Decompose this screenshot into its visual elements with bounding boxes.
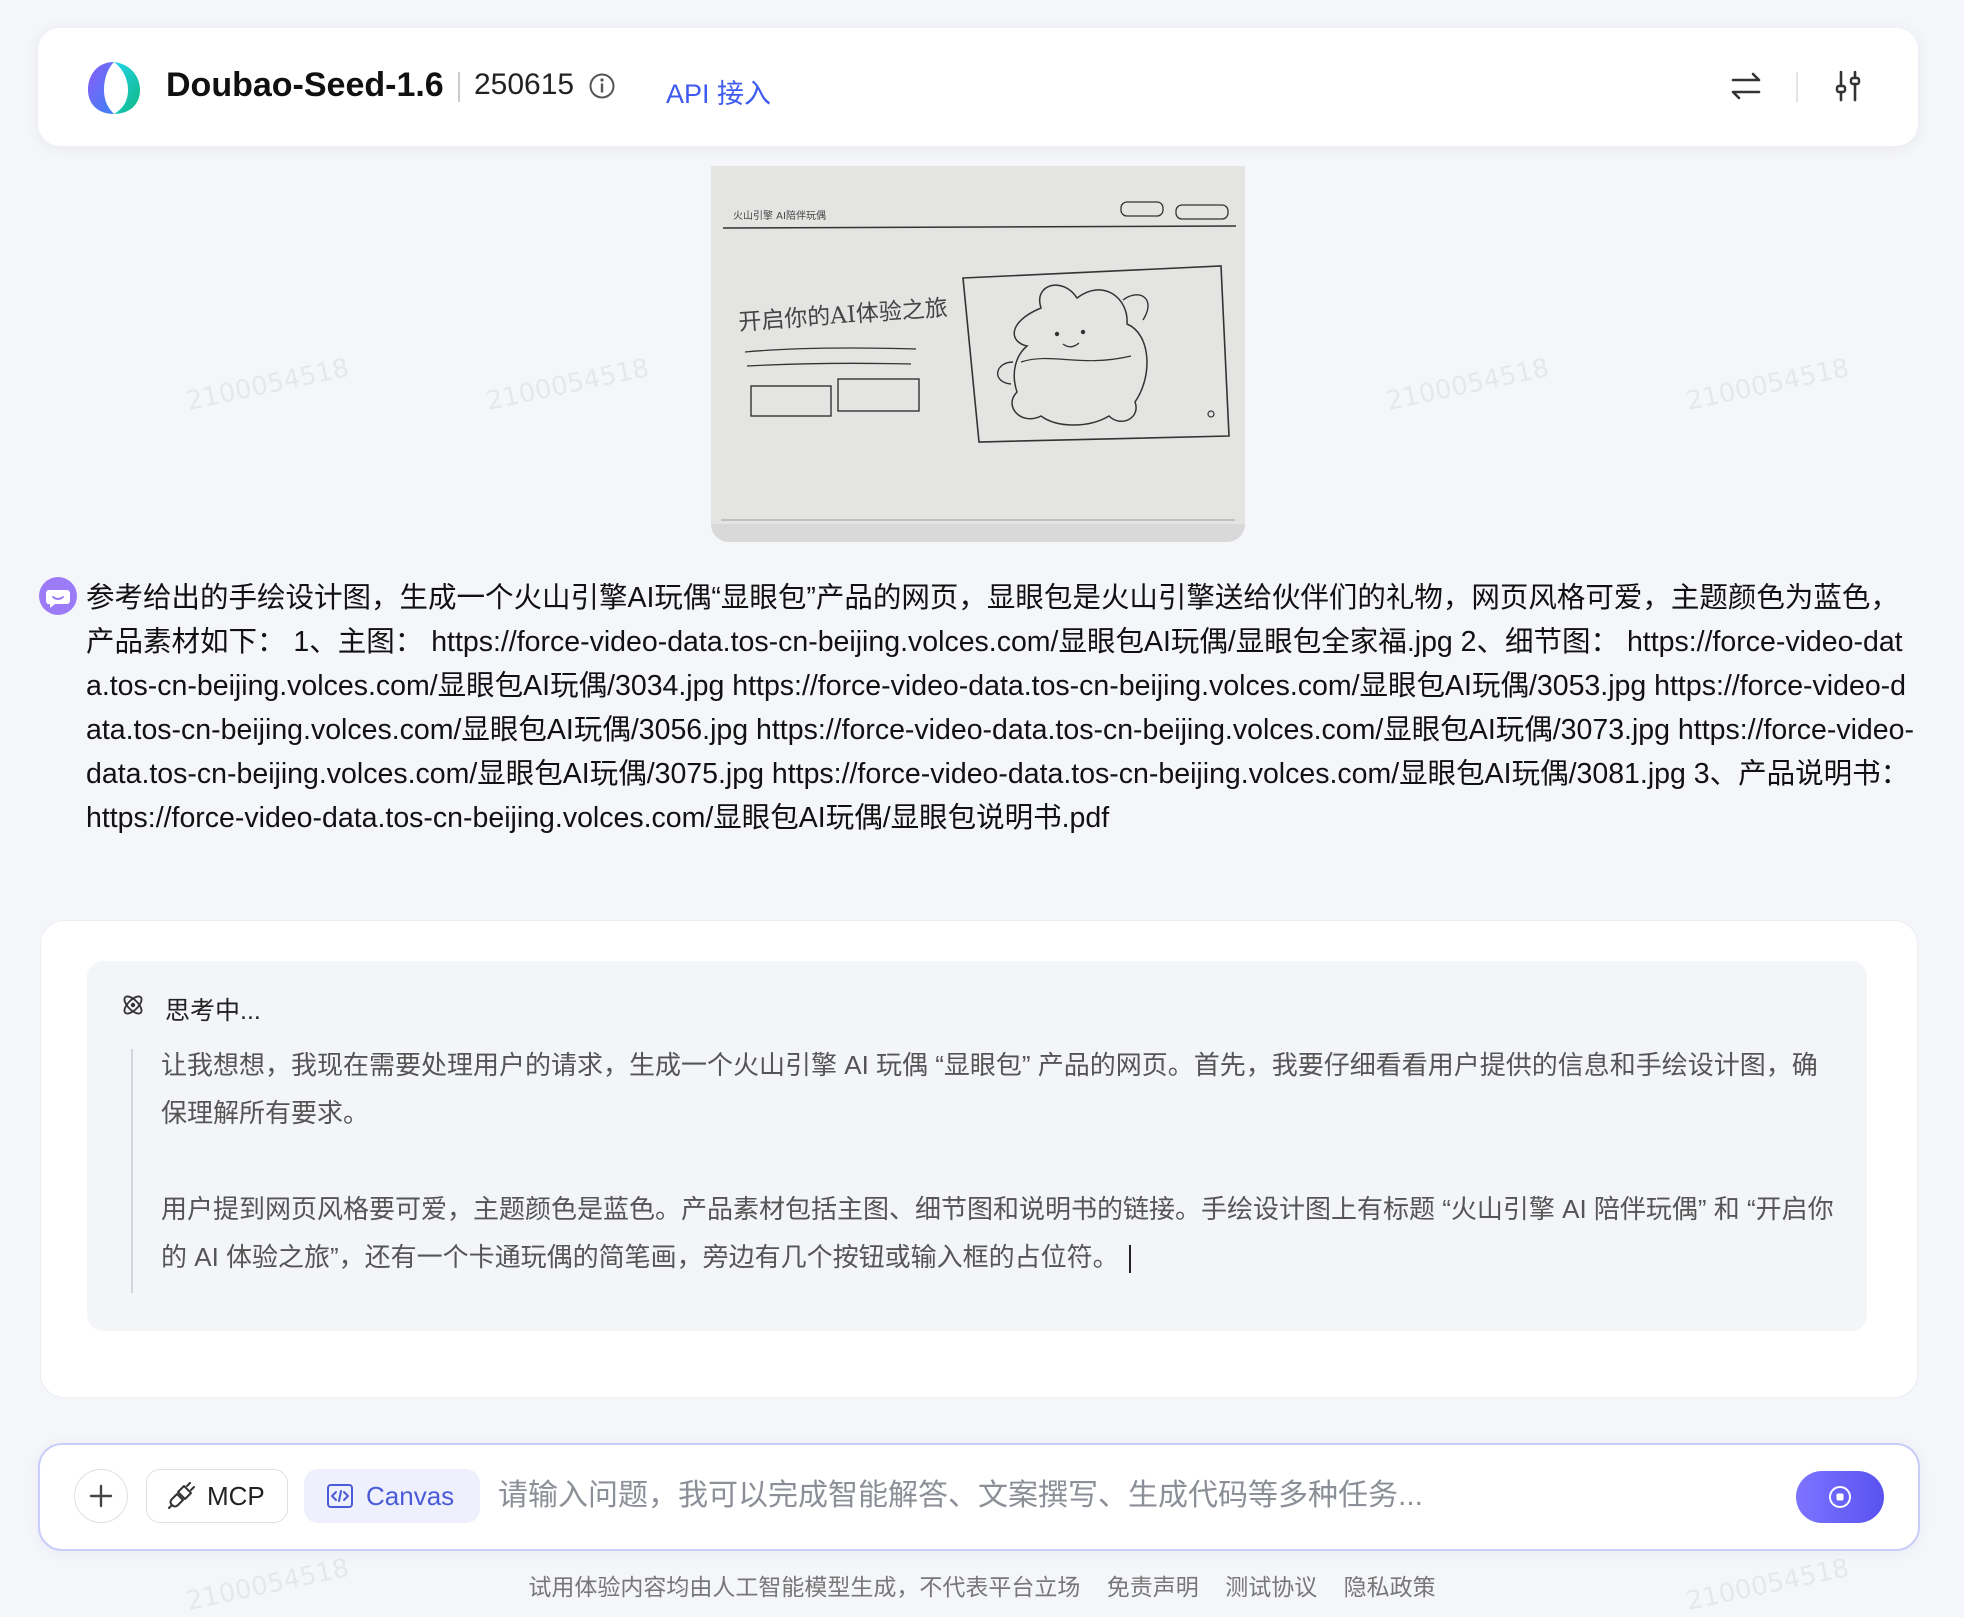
prompt-input[interactable] xyxy=(496,1471,1800,1521)
plus-icon xyxy=(89,1484,113,1508)
model-header: Doubao-Seed-1.6 250615 API 接入 xyxy=(38,28,1918,146)
thinking-icon xyxy=(123,995,143,1015)
send-button[interactable] xyxy=(1796,1471,1884,1523)
user-message-text: 参考给出的手绘设计图，生成一个火山引擎AI玩偶“显眼包”产品的网页，显眼包是火山… xyxy=(86,582,1914,834)
code-window-icon xyxy=(327,1484,353,1508)
watermark: 2100054518 xyxy=(183,353,352,417)
watermark: 2100054518 xyxy=(483,353,652,417)
header-divider xyxy=(1796,72,1798,102)
swap-icon[interactable] xyxy=(1728,68,1764,104)
footer-link-disclaimer[interactable]: 免责声明 xyxy=(1107,1574,1199,1600)
plug-icon xyxy=(168,1482,195,1509)
model-version: 250615 xyxy=(474,68,575,101)
design-sketch-image[interactable]: 火山引擎 AI陪伴玩偶 开启你的AI体验之旅 xyxy=(711,166,1245,542)
sketch-drawing: 火山引擎 AI陪伴玩偶 开启你的AI体验之旅 xyxy=(711,166,1245,542)
canvas-label: Canvas xyxy=(366,1481,455,1511)
settings-sliders-icon[interactable] xyxy=(1830,68,1866,104)
thinking-status-label[interactable]: 思考中... xyxy=(165,991,261,1027)
api-access-link[interactable]: API 接入 xyxy=(666,72,771,111)
chat-input-bar: MCP Canvas xyxy=(38,1443,1920,1551)
mcp-label: MCP xyxy=(207,1481,265,1511)
footer-link-test-agreement[interactable]: 测试协议 xyxy=(1225,1574,1317,1600)
thinking-content: 让我想想，我现在需要处理用户的请求，生成一个火山引擎 AI 玩偶 “显眼包” 产… xyxy=(161,1041,1841,1281)
watermark: 2100054518 xyxy=(1683,353,1852,417)
sketch-title-text: 火山引擎 AI陪伴玩偶 xyxy=(733,209,826,222)
thinking-quote-bar xyxy=(131,1049,133,1293)
user-avatar-icon xyxy=(39,577,77,615)
add-attachment-button[interactable] xyxy=(74,1469,128,1523)
thinking-paragraph: 让我想想，我现在需要处理用户的请求，生成一个火山引擎 AI 玩偶 “显眼包” 产… xyxy=(161,1050,1818,1128)
model-name: Doubao-Seed-1.6 xyxy=(166,66,444,104)
canvas-button[interactable]: Canvas xyxy=(304,1469,480,1523)
stop-icon xyxy=(1829,1486,1851,1508)
mcp-button[interactable]: MCP xyxy=(146,1469,288,1523)
streaming-caret xyxy=(1128,1245,1131,1274)
footer-disclaimer: 试用体验内容均由人工智能模型生成，不代表平台立场 xyxy=(528,1574,1081,1600)
logo-icon xyxy=(88,62,140,114)
info-icon[interactable] xyxy=(588,72,616,100)
assistant-response-card: 思考中... 让我想想，我现在需要处理用户的请求，生成一个火山引擎 AI 玩偶 … xyxy=(40,920,1918,1398)
thinking-paragraph: 用户提到网页风格要可爱，主题颜色是蓝色。产品素材包括主图、细节图和说明书的链接。… xyxy=(161,1194,1834,1272)
thinking-panel: 思考中... 让我想想，我现在需要处理用户的请求，生成一个火山引擎 AI 玩偶 … xyxy=(87,961,1867,1331)
version-divider xyxy=(458,72,460,102)
page-footer: 试用体验内容均由人工智能模型生成，不代表平台立场 免责声明 测试协议 隐私政策 xyxy=(0,1568,1964,1602)
footer-link-privacy[interactable]: 隐私政策 xyxy=(1344,1574,1436,1600)
watermark: 2100054518 xyxy=(1383,353,1552,417)
